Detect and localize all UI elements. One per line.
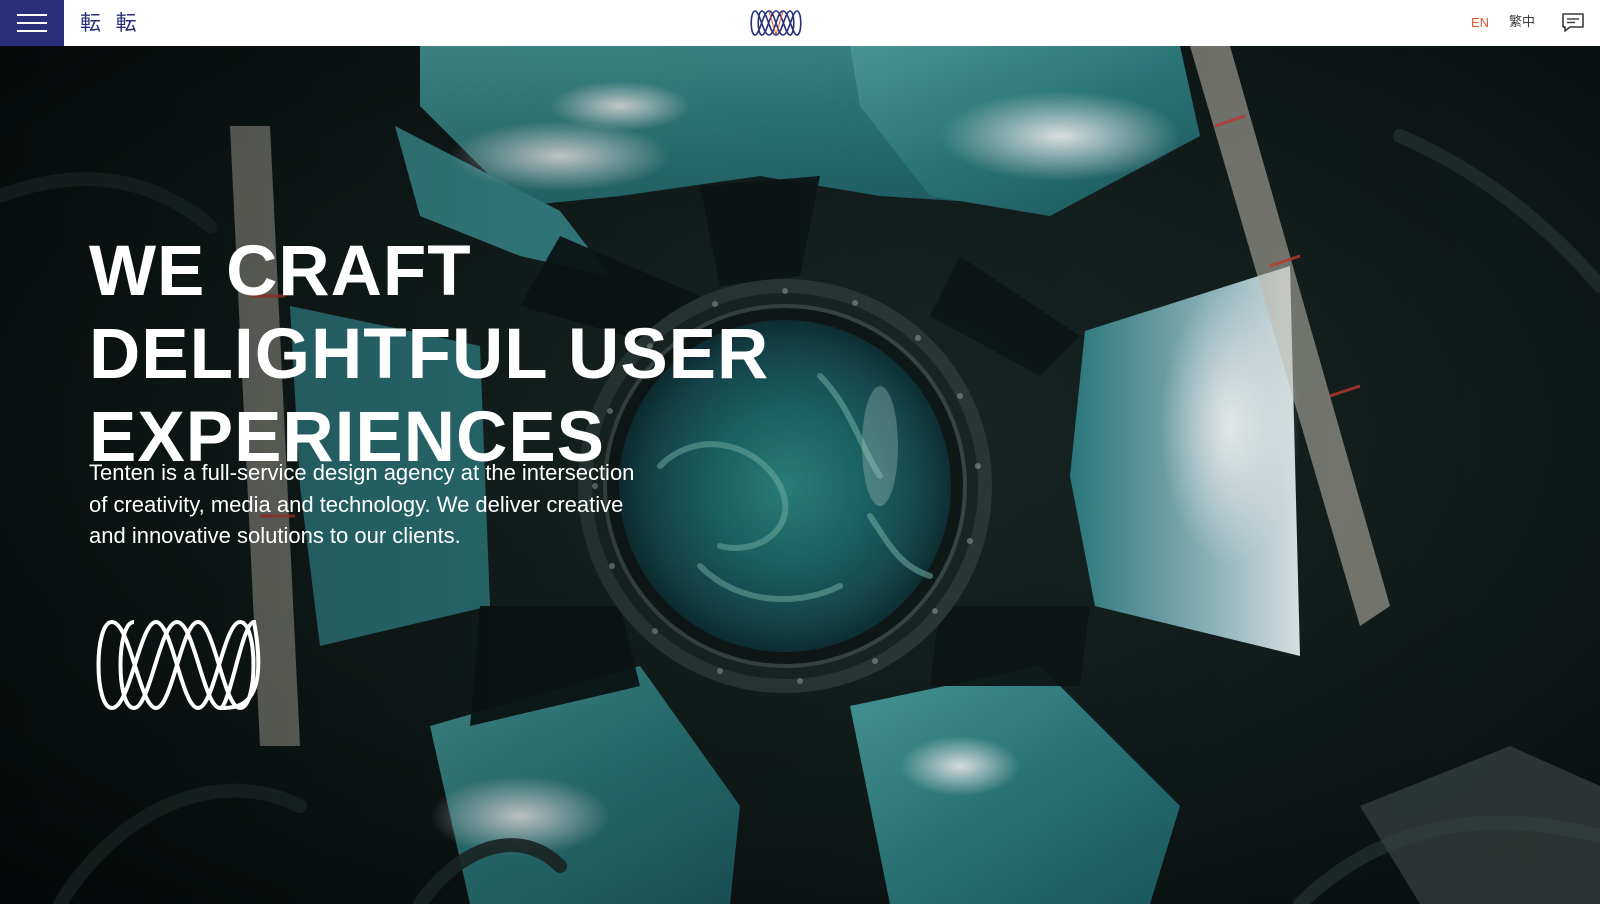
hamburger-menu-icon — [17, 14, 47, 32]
headline-line-2: DELIGHTFUL USER — [89, 315, 770, 394]
chat-bubble-icon[interactable] — [1561, 11, 1585, 35]
headline-line-1: WE CRAFT — [89, 232, 472, 311]
tenten-wave-logo-icon[interactable] — [749, 8, 803, 38]
brand-name[interactable]: 転 転 — [80, 0, 141, 46]
page: 転 転 EN 繁中 WE CRAFT DELIGHTFUL USER EXPER… — [0, 0, 1600, 904]
hero-headline: WE CRAFT DELIGHTFUL USER EXPERIENCES — [89, 230, 769, 479]
language-en-link[interactable]: EN — [1471, 0, 1489, 46]
menu-button[interactable] — [0, 0, 64, 46]
language-zh-link[interactable]: 繁中 — [1509, 0, 1535, 46]
tenten-wave-logo-icon — [96, 619, 261, 711]
top-header: 転 転 EN 繁中 — [0, 0, 1600, 46]
hero-description: Tenten is a full-service design agency a… — [89, 460, 635, 548]
